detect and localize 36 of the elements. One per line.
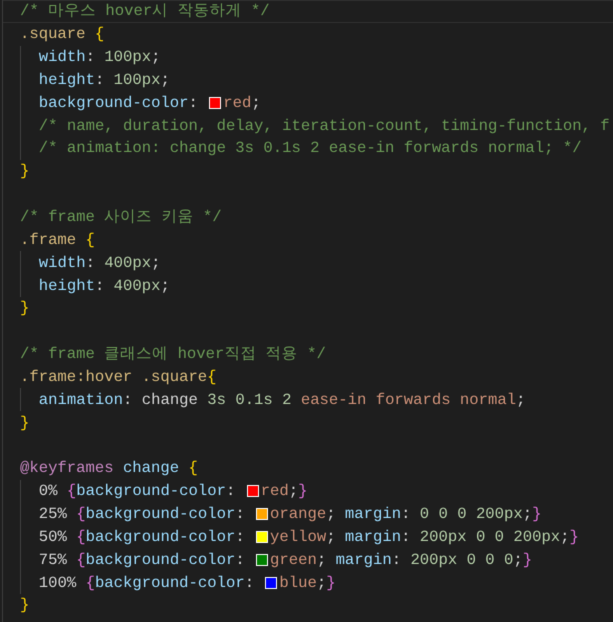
- code-text: height: 400px;: [38, 276, 170, 296]
- code-text: red;: [223, 92, 261, 113]
- color-swatch[interactable]: [256, 530, 268, 543]
- code-comment: /* frame 사이즈 키움 */: [20, 207, 222, 228]
- code-text: height: 100px;: [38, 70, 170, 90]
- code-text: width: 400px;: [38, 252, 160, 273]
- color-swatch[interactable]: [209, 96, 222, 109]
- code-text: yellow; margin: 200px 0 0 200px;}: [270, 526, 579, 547]
- code-text: red;}: [260, 481, 308, 502]
- code-text: 0% {background-color:: [38, 481, 236, 502]
- code-text: }: [20, 161, 30, 182]
- code-comment: /* 마우스 hover시 작동하게 */: [20, 1, 270, 22]
- code-text: 75% {background-color:: [38, 550, 246, 570]
- code-text: 100% {background-color:: [38, 572, 256, 593]
- code-text: .square {: [20, 24, 104, 44]
- code-text: .frame:hover .square{: [20, 366, 217, 387]
- code-text: animation: change 3s 0.1s 2 ease-in forwards normal;: [38, 390, 526, 410]
- code-comment: /* name, duration, delay, iteration-count, timing-function, f: [38, 116, 610, 136]
- code-text: @keyframes change {: [20, 458, 198, 478]
- code-comment: /* frame 클래스에 hover직접 적용 */: [20, 344, 326, 364]
- code-text: green; margin: 200px 0 0 0;}: [270, 550, 532, 570]
- code-text: .frame {: [20, 230, 95, 250]
- code-text: orange; margin: 0 0 0 200px;}: [270, 504, 542, 524]
- code-text: 50% {background-color:: [38, 526, 246, 547]
- code-comment: /* animation: change 3s 0.1s 2 ease-in forwards normal; */: [38, 138, 582, 158]
- color-swatch[interactable]: [265, 576, 278, 589]
- code-text: }: [20, 298, 30, 318]
- code-text: width: 100px;: [38, 47, 160, 68]
- color-swatch[interactable]: [256, 508, 268, 520]
- code-text: }: [20, 412, 30, 433]
- code-text: }: [20, 595, 30, 616]
- color-swatch[interactable]: [246, 485, 259, 498]
- color-swatch[interactable]: [256, 554, 268, 566]
- code-text: background-color:: [38, 92, 199, 113]
- code-text: 25% {background-color:: [38, 504, 246, 524]
- code-text: blue;}: [279, 572, 336, 593]
